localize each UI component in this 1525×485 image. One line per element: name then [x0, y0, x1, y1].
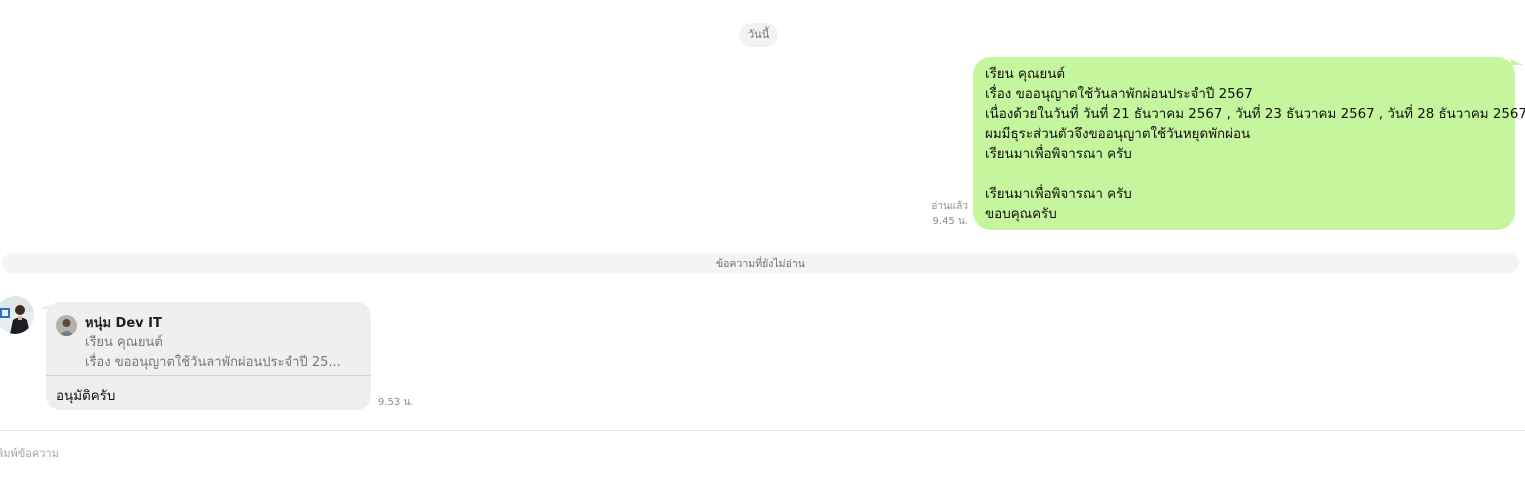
message-line: เรียนมาเพื่อพิจารณา ครับ [985, 187, 1132, 202]
unread-divider: ข้อความที่ยังไม่อ่าน [2, 253, 1519, 273]
message-line: ผมมีธุระส่วนตัวจึงขออนุญาตใช้วันหยุดพักผ… [985, 127, 1251, 142]
read-status: อ่านแล้ว [931, 201, 968, 212]
message-line [985, 165, 1503, 185]
outgoing-message-meta: อ่านแล้ว 9.45 น. [928, 199, 968, 229]
message-time: 9.53 น. [378, 397, 414, 408]
message-input[interactable] [0, 443, 1496, 463]
quoted-text-line: เรียน คุณยนต์ [85, 335, 163, 350]
message-line: ขอบคุณครับ [985, 207, 1057, 222]
message-line: เนื่องด้วยในวันที่ วันที่ 21 ธันวาคม 256… [985, 107, 1525, 122]
user-avatar-icon [0, 296, 34, 334]
reply-quote[interactable]: หนุ่ม Dev IT เรียน คุณยนต์ เรื่อง ขออนุญ… [46, 302, 371, 376]
sender-avatar[interactable] [0, 296, 34, 334]
incoming-message-bubble[interactable]: หนุ่ม Dev IT เรียน คุณยนต์ เรื่อง ขออนุญ… [40, 302, 371, 410]
message-line: เรียน คุณยนต์ [985, 67, 1066, 82]
user-avatar-icon [56, 315, 77, 336]
message-text: อนุมัติครับ [56, 389, 116, 404]
quoted-text-line: เรื่อง ขออนุญาตใช้วันลาพักผ่อนประจำปี 25… [85, 355, 341, 370]
message-time: 9.45 น. [932, 216, 968, 227]
message-composer [0, 430, 1525, 485]
bubble-tail [1511, 59, 1523, 65]
quoted-sender-name: หนุ่ม Dev IT [85, 316, 162, 331]
message-line: เรียนมาเพื่อพิจารณา ครับ [985, 147, 1132, 162]
message-line: เรื่อง ขออนุญาตใช้วันลาพักผ่อนประจำปี 25… [985, 87, 1253, 102]
chat-window: วันนี้ เรียน คุณยนต์ เรื่อง ขออนุญาตใช้ว… [0, 0, 1525, 485]
date-separator: วันนี้ [739, 23, 779, 47]
quoted-sender-avatar [56, 315, 77, 336]
outgoing-message-bubble[interactable]: เรียน คุณยนต์ เรื่อง ขออนุญาตใช้วันลาพัก… [973, 57, 1525, 230]
